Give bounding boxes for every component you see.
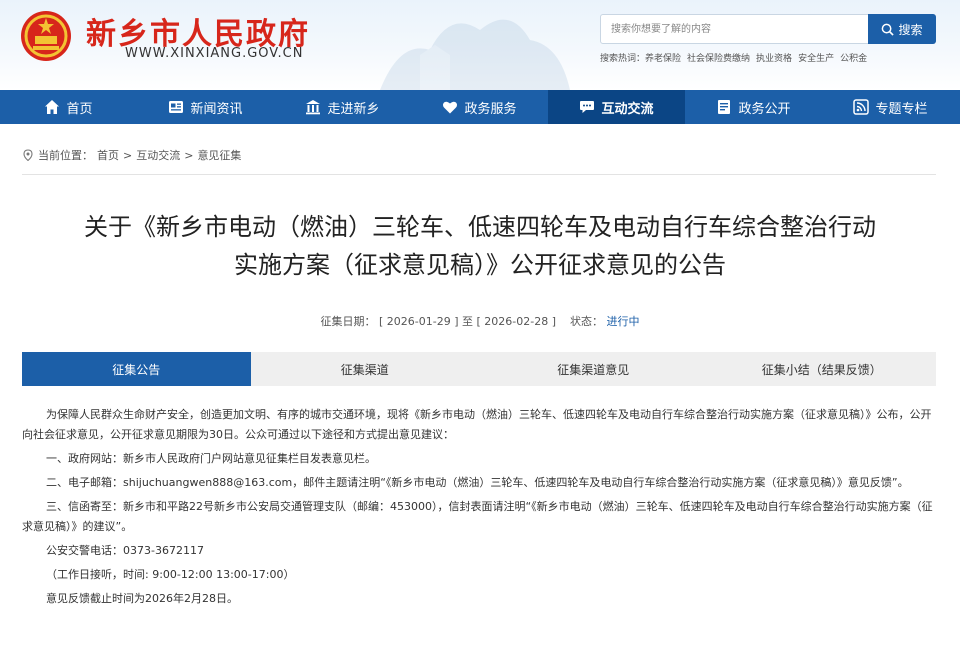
hot-word-link[interactable]: 社会保险费缴纳 (687, 54, 750, 64)
hot-words: 搜索热词：养老保险 社会保险费缴纳 执业资格 安全生产 公积金 (600, 51, 873, 64)
content-paragraph: （工作日接听，时间: 9:00-12:00 13:00-17:00） (46, 568, 295, 581)
article-title-line: 关于《新乡市电动（燃油）三轮车、低速四轮车及电动自行车综合整治行动 (84, 213, 876, 241)
hot-word-link[interactable]: 执业资格 (756, 54, 792, 64)
building-icon (306, 100, 321, 115)
home-icon (45, 100, 60, 114)
nav-item-label: 互动交流 (601, 101, 654, 117)
nav-item-label: 首页 (66, 101, 93, 117)
article-content: 为保障人民群众生命财产安全，创造更加文明、有序的城市交通环境，现将《新乡市电动（… (22, 405, 936, 613)
nav-item-special-topics[interactable]: 专题专栏 (822, 90, 959, 124)
date-end: [ 2026-02-28 ] (476, 315, 557, 328)
breadcrumb-home[interactable]: 首页 (97, 147, 119, 163)
news-icon (169, 101, 184, 113)
nav-item-label: 走进新乡 (327, 101, 380, 117)
hot-word-link[interactable]: 公积金 (840, 54, 867, 64)
hot-word-link[interactable]: 安全生产 (798, 54, 834, 64)
search-icon (882, 23, 895, 36)
hot-words-label: 搜索热词： (600, 54, 646, 64)
location-pin-icon (23, 149, 33, 161)
tab-bar: 征集公告 征集渠道 征集渠道意见 征集小结（结果反馈） (22, 352, 936, 386)
breadcrumb-separator: > (184, 148, 194, 162)
article-title-line: 实施方案（征求意见稿）》公开征求意见的公告 (234, 251, 726, 279)
site-header: 新乡市人民政府 WWW.XINXIANG.GOV.CN 搜索 搜索热词：养老保险… (0, 0, 960, 90)
date-to: 至 (462, 315, 473, 328)
search-button-label: 搜索 (898, 22, 923, 37)
article-title: 关于《新乡市电动（燃油）三轮车、低速四轮车及电动自行车综合整治行动 实施方案（征… (22, 208, 938, 284)
tab-summary[interactable]: 征集小结（结果反馈） (708, 352, 937, 386)
breadcrumb-opinion-collection[interactable]: 意见征集 (197, 147, 241, 163)
content-paragraph: 三、信函寄至：新乡市和平路22号新乡市公安局交通管理支队（邮编：453000），… (22, 500, 933, 533)
nav-item-label: 新闻资讯 (190, 101, 243, 117)
nav-item-label: 政务服务 (464, 101, 517, 117)
breadcrumb: 当前位置： 首页 > 互动交流 > 意见征集 (22, 147, 241, 163)
content-paragraph: 二、电子邮箱：shijuchuangwen888@163.com，邮件主题请注明… (46, 476, 909, 489)
chat-icon (580, 101, 595, 113)
nav-item-label: 专题专栏 (875, 101, 928, 117)
content-paragraph: 一、政府网站：新乡市人民政府门户网站意见征集栏目发表意见栏。 (46, 452, 376, 465)
date-label: 征集日期： (320, 315, 376, 328)
date-start: [ 2026-01-29 ] (378, 315, 459, 328)
main-nav: 首页 新闻资讯 走进新乡 政务服务 互动交流 政务公开 专题专栏 (0, 90, 960, 124)
nav-item-label: 政务公开 (738, 101, 791, 117)
rss-icon (853, 99, 870, 115)
tab-channels[interactable]: 征集渠道 (251, 352, 480, 386)
search-button[interactable]: 搜索 (868, 14, 936, 44)
content-paragraph: 意见反馈截止时间为2026年2月28日。 (46, 592, 238, 605)
search-box: 搜索 (600, 14, 936, 44)
national-emblem-icon (21, 11, 71, 61)
nav-item-gov-open[interactable]: 政务公开 (685, 90, 822, 124)
nav-item-about-city[interactable]: 走进新乡 (274, 90, 411, 124)
nav-item-news[interactable]: 新闻资讯 (137, 90, 274, 124)
heart-icon (443, 101, 458, 114)
city-landmark-decoration (380, 19, 570, 90)
hot-word-link[interactable]: 养老保险 (645, 54, 681, 64)
breadcrumb-separator: > (123, 148, 133, 162)
document-icon (718, 100, 731, 114)
breadcrumb-prefix: 当前位置： (38, 149, 93, 162)
status-value: 进行中 (606, 315, 640, 328)
article-meta: 征集日期： [ 2026-01-29 ] 至 [ 2026-02-28 ] 状态… (0, 313, 960, 329)
nav-item-interaction[interactable]: 互动交流 (548, 90, 685, 124)
search-input[interactable] (601, 15, 869, 43)
nav-item-gov-service[interactable]: 政务服务 (411, 90, 548, 124)
status-label: 状态： (570, 315, 604, 328)
content-paragraph: 为保障人民群众生命财产安全，创造更加文明、有序的城市交通环境，现将《新乡市电动（… (22, 408, 932, 441)
breadcrumb-interaction[interactable]: 互动交流 (136, 147, 180, 163)
tab-notice[interactable]: 征集公告 (22, 352, 251, 386)
divider (22, 174, 936, 175)
site-domain: WWW.XINXIANG.GOV.CN (125, 46, 304, 61)
tab-channel-opinions[interactable]: 征集渠道意见 (479, 352, 708, 386)
nav-item-home[interactable]: 首页 (0, 90, 137, 124)
content-paragraph: 公安交警电话：0373-3672117 (46, 544, 204, 557)
